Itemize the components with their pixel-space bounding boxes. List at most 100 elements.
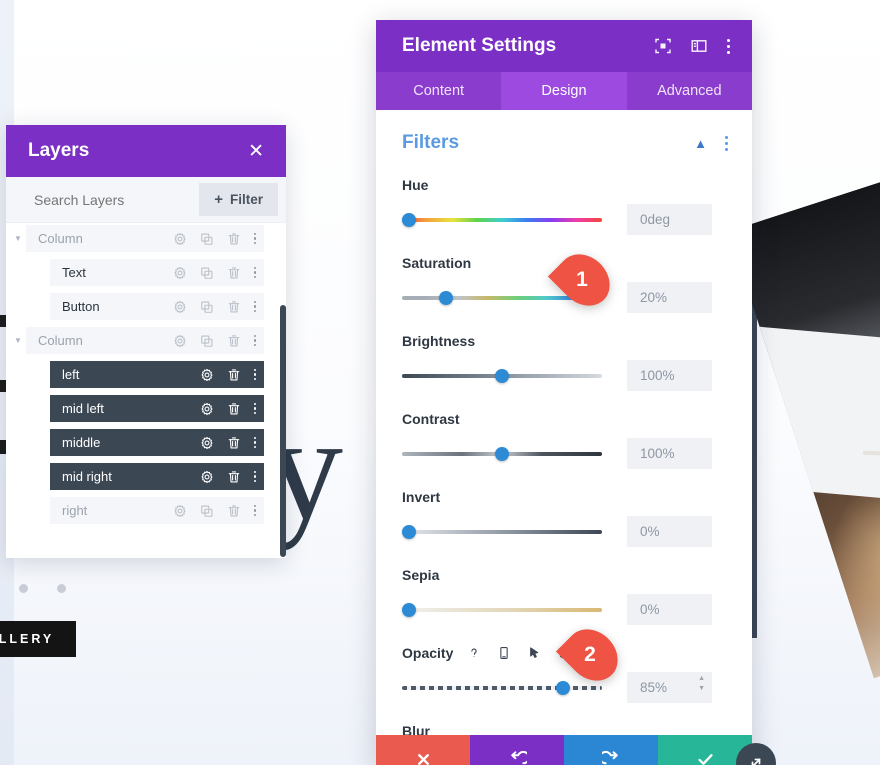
trash-icon[interactable] bbox=[227, 402, 241, 416]
help-icon[interactable] bbox=[467, 646, 481, 661]
gear-icon[interactable] bbox=[200, 368, 214, 382]
more-vertical-icon[interactable] bbox=[253, 300, 256, 313]
filter-button[interactable]: + Filter bbox=[199, 183, 278, 216]
layers-scrollbar[interactable] bbox=[280, 305, 286, 557]
chevron-down-icon[interactable]: ▼ bbox=[10, 234, 26, 243]
sepia-value-field[interactable]: 0% bbox=[627, 594, 712, 625]
gear-icon[interactable] bbox=[200, 402, 214, 416]
slider-thumb[interactable] bbox=[402, 602, 416, 617]
cursor-icon[interactable] bbox=[527, 646, 541, 661]
layers-item-body[interactable]: left bbox=[50, 361, 264, 388]
layers-list-item[interactable]: middle bbox=[6, 429, 264, 456]
layers-list-item[interactable]: ▼ Column bbox=[6, 327, 264, 354]
layers-item-body[interactable]: right bbox=[50, 497, 264, 524]
tab-design[interactable]: Design bbox=[501, 72, 627, 110]
chevron-down-icon[interactable]: ▼ bbox=[10, 336, 26, 345]
gear-icon[interactable] bbox=[200, 436, 214, 450]
redo-button[interactable] bbox=[564, 735, 658, 765]
tab-content[interactable]: Content bbox=[376, 72, 501, 110]
gear-icon[interactable] bbox=[173, 266, 187, 280]
duplicate-icon[interactable] bbox=[200, 266, 214, 280]
layers-list-item[interactable]: right bbox=[6, 497, 264, 524]
more-vertical-icon[interactable] bbox=[253, 334, 256, 347]
gear-icon[interactable] bbox=[173, 232, 187, 246]
search-input[interactable] bbox=[34, 191, 184, 208]
layers-item-body[interactable]: mid right bbox=[50, 463, 264, 490]
more-vertical-icon[interactable] bbox=[253, 436, 256, 449]
stepper-up-icon[interactable]: ▲ bbox=[698, 675, 705, 682]
chevron-up-icon[interactable]: ▲ bbox=[694, 136, 707, 151]
layers-list-item[interactable]: mid right bbox=[6, 463, 264, 490]
trash-icon[interactable] bbox=[227, 436, 241, 450]
gear-icon[interactable] bbox=[173, 504, 187, 518]
gear-icon[interactable] bbox=[173, 300, 187, 314]
saturation-value-field[interactable]: 20% bbox=[627, 282, 712, 313]
duplicate-icon[interactable] bbox=[200, 232, 214, 246]
slider-thumb[interactable] bbox=[439, 290, 453, 305]
close-icon[interactable]: ✕ bbox=[248, 142, 264, 161]
invert-slider[interactable] bbox=[402, 524, 602, 540]
stepper-down-icon[interactable]: ▼ bbox=[698, 685, 705, 692]
opacity-slider[interactable] bbox=[402, 680, 602, 696]
layers-item-body[interactable]: mid left bbox=[50, 395, 264, 422]
trash-icon[interactable] bbox=[227, 470, 241, 484]
carousel-dot[interactable] bbox=[19, 584, 28, 593]
more-vertical-icon[interactable] bbox=[725, 135, 728, 151]
more-vertical-icon[interactable] bbox=[727, 38, 730, 54]
invert-value-field[interactable]: 0% bbox=[627, 516, 712, 547]
duplicate-icon[interactable] bbox=[200, 334, 214, 348]
brightness-slider[interactable] bbox=[402, 368, 602, 384]
more-vertical-icon[interactable] bbox=[253, 470, 256, 483]
sepia-slider[interactable] bbox=[402, 602, 602, 618]
trash-icon[interactable] bbox=[227, 334, 241, 348]
hue-slider[interactable] bbox=[402, 212, 602, 228]
mobile-icon[interactable] bbox=[497, 646, 511, 661]
layers-list-item[interactable]: ▼ Column bbox=[6, 225, 264, 252]
hue-value-field[interactable]: 0deg bbox=[627, 204, 712, 235]
layers-list-item[interactable]: mid left bbox=[6, 395, 264, 422]
layers-item-body[interactable]: Button bbox=[50, 293, 264, 320]
panel-layout-icon[interactable] bbox=[691, 38, 707, 54]
layers-item-body[interactable]: Column bbox=[26, 327, 264, 354]
contrast-value-field[interactable]: 100% bbox=[627, 438, 712, 469]
more-vertical-icon[interactable] bbox=[253, 232, 256, 245]
more-vertical-icon[interactable] bbox=[253, 368, 256, 381]
layers-list-item[interactable]: Button bbox=[6, 293, 264, 320]
trash-icon[interactable] bbox=[227, 300, 241, 314]
slider-thumb[interactable] bbox=[402, 524, 416, 539]
cancel-button[interactable] bbox=[376, 735, 470, 765]
layers-item-body[interactable]: Column bbox=[26, 225, 264, 252]
slider-thumb[interactable] bbox=[402, 212, 416, 227]
quantity-stepper[interactable]: ▲ ▼ bbox=[698, 675, 705, 692]
layers-item-body[interactable]: middle bbox=[50, 429, 264, 456]
layers-item-body[interactable]: Text bbox=[50, 259, 264, 286]
more-vertical-icon[interactable] bbox=[253, 504, 256, 517]
layers-list-item[interactable]: left bbox=[6, 361, 264, 388]
more-vertical-icon[interactable] bbox=[253, 402, 256, 415]
carousel-dot[interactable] bbox=[57, 584, 66, 593]
trash-icon[interactable] bbox=[227, 266, 241, 280]
slider-thumb[interactable] bbox=[495, 368, 509, 383]
element-settings-footer[interactable] bbox=[376, 735, 752, 765]
tab-advanced[interactable]: Advanced bbox=[627, 72, 752, 110]
gear-icon[interactable] bbox=[200, 470, 214, 484]
undo-button[interactable] bbox=[470, 735, 564, 765]
focus-target-icon[interactable] bbox=[655, 38, 671, 54]
more-vertical-icon[interactable] bbox=[253, 266, 256, 279]
layers-list[interactable]: ▼ Column Text Button ▼ Column left mid left midd… bbox=[6, 223, 286, 558]
brightness-value-field[interactable]: 100% bbox=[627, 360, 712, 391]
layers-list-item[interactable]: Text bbox=[6, 259, 264, 286]
trash-icon[interactable] bbox=[227, 232, 241, 246]
contrast-slider[interactable] bbox=[402, 446, 602, 462]
layers-item-actions bbox=[200, 436, 256, 450]
trash-icon[interactable] bbox=[227, 368, 241, 382]
gear-icon[interactable] bbox=[173, 334, 187, 348]
slider-thumb[interactable] bbox=[495, 446, 509, 461]
duplicate-icon[interactable] bbox=[200, 300, 214, 314]
opacity-value-field[interactable]: 85% ▲ ▼ bbox=[627, 672, 712, 703]
trash-icon[interactable] bbox=[227, 504, 241, 518]
duplicate-icon[interactable] bbox=[200, 504, 214, 518]
gallery-button[interactable]: GALLERY bbox=[0, 621, 77, 657]
slider-thumb[interactable] bbox=[556, 680, 570, 695]
element-settings-tabs[interactable]: Content Design Advanced bbox=[376, 72, 752, 110]
